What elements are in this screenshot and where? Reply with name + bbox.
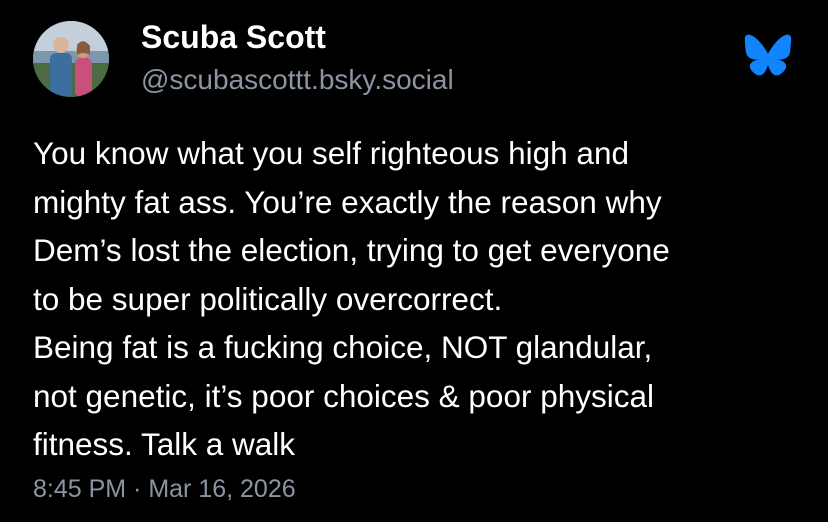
author-handle[interactable]: @scubascottt.bsky.social: [141, 62, 454, 98]
post-text-line: You know what you self righteous high an…: [33, 135, 629, 171]
post-text-line: not genetic, it’s poor choices & poor ph…: [33, 377, 655, 414]
post-text-line: fitness. Talk a walk: [33, 426, 296, 462]
post-text-line: Dem’s lost the election, trying to get e…: [33, 232, 670, 268]
author-display-name[interactable]: Scuba Scott: [141, 17, 326, 57]
post-card: Scuba Scott @scubascottt.bsky.social You…: [0, 0, 828, 522]
bluesky-butterfly-icon[interactable]: [744, 33, 792, 77]
post-text-line: to be super politically overcorrect.: [33, 280, 503, 317]
post-body: You know what you self righteous high an…: [33, 129, 813, 469]
post-text-line: mighty fat ass. You’re exactly the reaso…: [33, 183, 662, 220]
post-text-line: Being fat is a fucking choice, NOT gland…: [33, 329, 653, 365]
avatar-photo-icon: [33, 21, 109, 97]
author-avatar[interactable]: [33, 21, 109, 97]
post-timestamp[interactable]: 8:45 PM · Mar 16, 2026: [33, 473, 296, 505]
